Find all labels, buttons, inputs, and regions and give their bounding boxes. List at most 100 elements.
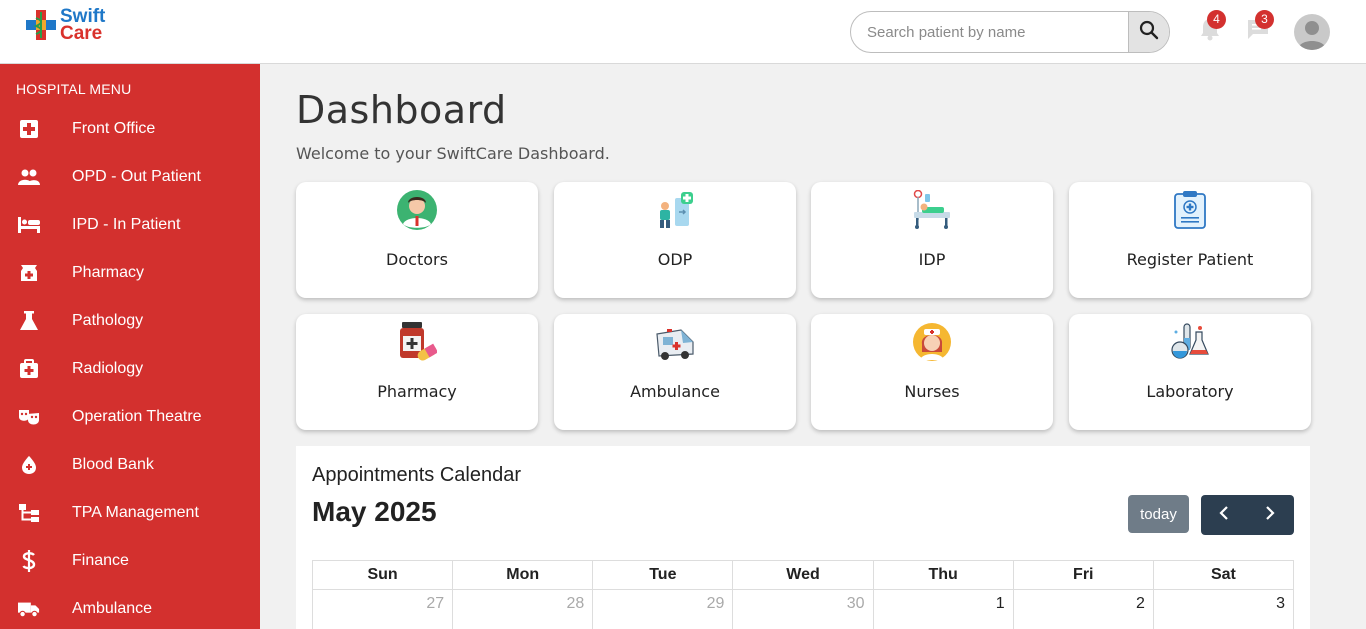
sidebar-item-pathology[interactable]: Pathology	[0, 297, 260, 345]
weekday-header: Tue	[592, 560, 734, 590]
messages-button[interactable]: 3	[1245, 10, 1274, 44]
truck-icon	[18, 598, 40, 620]
sidebar-item-opd[interactable]: OPD - Out Patient	[0, 153, 260, 201]
sidebar-item-label: Blood Bank	[72, 456, 154, 473]
search-input[interactable]	[851, 12, 1129, 52]
card-idp[interactable]: IDP	[811, 182, 1053, 298]
pharmacy-icon	[18, 262, 40, 284]
sidebar-item-blood-bank[interactable]: Blood Bank	[0, 441, 260, 489]
masks-icon	[18, 406, 40, 428]
logo-text-care: Care	[60, 23, 103, 44]
sidebar-item-label: Front Office	[72, 120, 156, 137]
dollar-icon	[18, 550, 40, 572]
messages-badge: 3	[1255, 10, 1274, 29]
sidebar-item-label: Ambulance	[72, 600, 153, 617]
calendar-week-row: 27 28 29 30 1 2 3	[311, 589, 1295, 629]
weekday-header: Thu	[872, 560, 1014, 590]
card-label: ODP	[657, 250, 693, 269]
hierarchy-icon	[18, 502, 40, 524]
calendar-day-cell[interactable]: 30	[732, 589, 874, 629]
calendar-heading: Appointments Calendar	[312, 464, 522, 486]
nurse-icon	[912, 322, 952, 362]
flask-icon	[18, 310, 40, 332]
sidebar-item-ipd[interactable]: IPD - In Patient	[0, 201, 260, 249]
user-avatar[interactable]	[1294, 14, 1330, 50]
sidebar-item-label: Operation Theatre	[72, 408, 202, 425]
weekday-header: Sun	[311, 560, 454, 590]
page-title: Dashboard	[296, 88, 507, 132]
sidebar-item-front-office[interactable]: Front Office	[0, 105, 260, 153]
medical-kit-icon	[18, 358, 40, 380]
blood-drop-icon	[18, 454, 40, 476]
outpatient-icon	[655, 190, 695, 230]
lab-icon	[1170, 322, 1210, 362]
calendar-month-title: May 2025	[312, 496, 437, 527]
card-label: IDP	[918, 250, 946, 269]
sidebar-item-ambulance[interactable]: Ambulance	[0, 585, 260, 629]
top-bar: Swift Care 4 3	[0, 0, 1366, 64]
calendar-day-cell[interactable]: 29	[592, 589, 734, 629]
sidebar-item-label: Finance	[72, 552, 129, 569]
calendar-day-cell[interactable]: 2	[1012, 589, 1154, 629]
logo[interactable]: Swift Care	[24, 7, 105, 44]
calendar-day-cell[interactable]: 3	[1152, 589, 1295, 629]
weekday-header: Wed	[732, 560, 874, 590]
sidebar: HOSPITAL MENU Front Office OPD - Out Pat…	[0, 64, 260, 629]
caduceus-logo-icon	[24, 8, 58, 42]
notifications-badge: 4	[1207, 10, 1226, 29]
card-label: Pharmacy	[377, 382, 457, 401]
card-label: Register Patient	[1126, 250, 1254, 269]
calendar-grid: Sun Mon Tue Wed Thu Fri Sat 27 28 29 30 …	[311, 560, 1295, 629]
card-doctors[interactable]: Doctors	[296, 182, 538, 298]
card-pharmacy[interactable]: Pharmacy	[296, 314, 538, 430]
appointments-calendar: Appointments Calendar May 2025 today Sun…	[296, 446, 1310, 629]
card-label: Doctors	[386, 250, 448, 269]
notifications-button[interactable]: 4	[1197, 10, 1226, 44]
chevron-left-icon	[1218, 505, 1230, 526]
search-box	[850, 11, 1170, 53]
calendar-day-cell[interactable]: 27	[311, 589, 454, 629]
weekday-header: Fri	[1012, 560, 1154, 590]
search-button[interactable]	[1128, 12, 1169, 52]
card-nurses[interactable]: Nurses	[811, 314, 1053, 430]
sidebar-item-radiology[interactable]: Radiology	[0, 345, 260, 393]
prev-month-button[interactable]	[1201, 495, 1247, 535]
sidebar-item-tpa-management[interactable]: TPA Management	[0, 489, 260, 537]
calendar-day-cell[interactable]: 28	[452, 589, 594, 629]
people-icon	[18, 166, 40, 188]
sidebar-item-label: IPD - In Patient	[72, 216, 181, 233]
sidebar-item-finance[interactable]: Finance	[0, 537, 260, 585]
card-ambulance[interactable]: Ambulance	[554, 314, 796, 430]
doctor-icon	[397, 190, 437, 230]
card-label: Nurses	[904, 382, 960, 401]
card-odp[interactable]: ODP	[554, 182, 796, 298]
sidebar-item-pharmacy[interactable]: Pharmacy	[0, 249, 260, 297]
chevron-right-icon	[1264, 505, 1276, 526]
card-label: Laboratory	[1146, 382, 1234, 401]
calendar-nav	[1201, 495, 1294, 535]
card-laboratory[interactable]: Laboratory	[1069, 314, 1311, 430]
hospital-bed-icon	[912, 189, 952, 230]
sidebar-item-label: Pathology	[72, 312, 144, 329]
calendar-day-cell[interactable]: 1	[872, 589, 1014, 629]
weekday-header: Mon	[452, 560, 594, 590]
ambulance-icon	[655, 322, 695, 362]
medical-cross-icon	[18, 118, 40, 140]
sidebar-title: HOSPITAL MENU	[16, 81, 132, 97]
sidebar-item-operation-theatre[interactable]: Operation Theatre	[0, 393, 260, 441]
medicine-bottle-icon	[397, 322, 439, 362]
user-icon	[1298, 21, 1326, 50]
page-subtitle: Welcome to your SwiftCare Dashboard.	[296, 144, 610, 163]
card-register-patient[interactable]: Register Patient	[1069, 182, 1311, 298]
today-button[interactable]: today	[1128, 495, 1189, 533]
card-label: Ambulance	[630, 382, 720, 401]
next-month-button[interactable]	[1247, 495, 1293, 535]
sidebar-item-label: OPD - Out Patient	[72, 168, 201, 185]
search-icon	[1139, 20, 1159, 45]
sidebar-item-label: TPA Management	[72, 504, 199, 521]
bed-icon	[18, 214, 40, 236]
clipboard-icon	[1170, 190, 1210, 230]
sidebar-item-label: Pharmacy	[72, 264, 145, 281]
sidebar-item-label: Radiology	[72, 360, 144, 377]
weekday-header-row: Sun Mon Tue Wed Thu Fri Sat	[311, 560, 1295, 590]
